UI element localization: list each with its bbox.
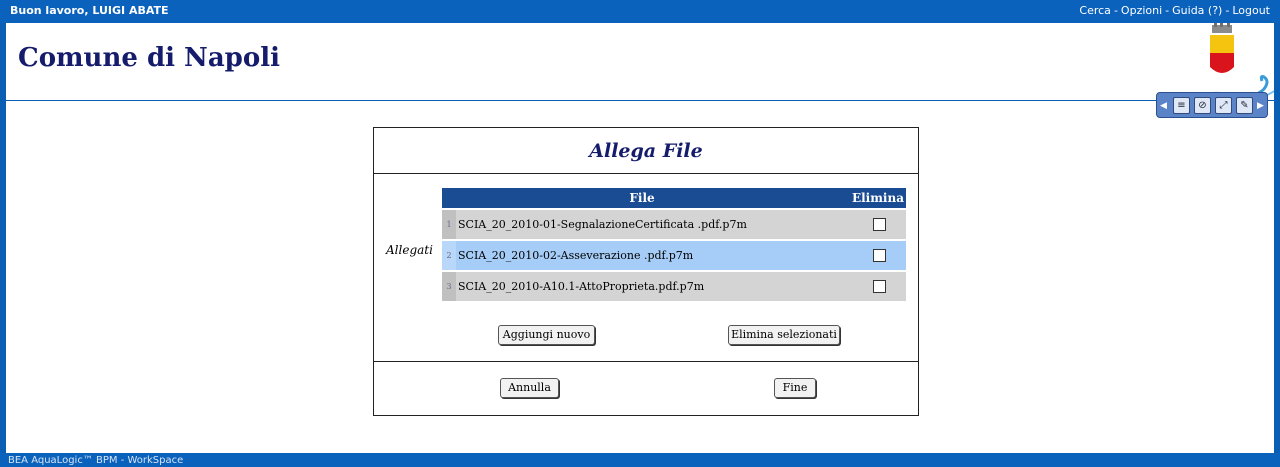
options-link[interactable]: Opzioni — [1121, 4, 1162, 17]
document-icon[interactable]: ≡ — [1173, 97, 1190, 114]
attach-file-dialog: Allega File Allegati File Elimina 1 SCIA… — [373, 127, 919, 416]
table-row[interactable]: 2 SCIA_20_2010-02-Asseverazione .pdf.p7m — [442, 239, 906, 270]
greeting-text: Buon lavoro, LUIGI ABATE — [10, 4, 169, 17]
edit-icon[interactable]: ✎ — [1236, 97, 1253, 114]
toolbar-right-arrow-icon[interactable]: ▶ — [1257, 101, 1264, 111]
footer-bar: BEA AquaLogic™ BPM - WorkSpace — [0, 453, 1280, 467]
file-name: SCIA_20_2010-01-SegnalazioneCertificata … — [458, 218, 747, 231]
file-name: SCIA_20_2010-02-Asseverazione .pdf.p7m — [458, 249, 694, 262]
row-number: 1 — [442, 210, 456, 239]
row-number: 3 — [442, 272, 456, 301]
header: Comune di Napoli — [6, 23, 1274, 101]
top-bar: Buon lavoro, LUIGI ABATE Cerca - Opzioni - G… — [0, 0, 1280, 23]
footer-text: BEA AquaLogic™ BPM - WorkSpace — [8, 455, 184, 466]
cancel-button[interactable]: Annulla — [500, 378, 559, 398]
row-number: 2 — [442, 241, 456, 270]
top-links: Cerca - Opzioni - Guida (?) - Logout — [1079, 4, 1270, 17]
table-row[interactable]: 1 SCIA_20_2010-01-SegnalazioneCertificat… — [442, 208, 906, 239]
add-new-button[interactable]: Aggiungi nuovo — [498, 325, 595, 345]
table-header: File Elimina — [442, 188, 906, 208]
delete-selected-button[interactable]: Elimina selezionati — [728, 325, 840, 345]
column-header-delete: Elimina — [851, 191, 904, 205]
link-separator: - — [1165, 4, 1170, 17]
link-separator: - — [1225, 4, 1230, 17]
help-link[interactable]: Guida (?) — [1172, 4, 1222, 17]
files-table: File Elimina 1 SCIA_20_2010-01-Segnalazi… — [442, 188, 906, 301]
dialog-title: Allega File — [374, 128, 918, 174]
delete-checkbox[interactable] — [873, 218, 886, 231]
search-link[interactable]: Cerca — [1079, 4, 1111, 17]
logout-link[interactable]: Logout — [1232, 4, 1270, 17]
column-header-file: File — [629, 191, 655, 205]
file-name: SCIA_20_2010-A10.1-AttoProprieta.pdf.p7m — [458, 280, 705, 293]
table-row[interactable]: 3 SCIA_20_2010-A10.1-AttoProprieta.pdf.p… — [442, 270, 906, 301]
toolbar-left-arrow-icon[interactable]: ◀ — [1160, 101, 1167, 111]
page-title: Comune di Napoli — [18, 43, 280, 73]
link-separator: - — [1113, 4, 1118, 17]
finish-button[interactable]: Fine — [774, 378, 816, 398]
link-icon[interactable]: ⤢ — [1215, 97, 1232, 114]
attachments-label: Allegati — [386, 243, 433, 257]
delete-checkbox[interactable] — [873, 249, 886, 262]
delete-checkbox[interactable] — [873, 280, 886, 293]
attach-icon[interactable]: ⊘ — [1194, 97, 1211, 114]
workspace-toolbar: ◀ ≡ ⊘ ⤢ ✎ ▶ — [1156, 92, 1268, 118]
divider — [374, 361, 918, 362]
